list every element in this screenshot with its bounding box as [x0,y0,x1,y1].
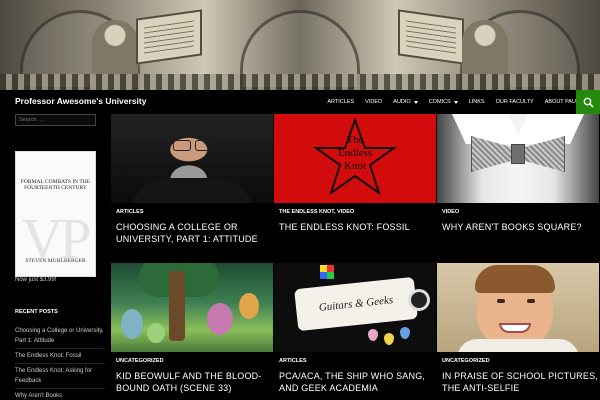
recent-post-link[interactable]: Why Aren't Books [15,391,105,400]
search-icon [583,97,594,108]
guitar-pick-icon [400,327,410,339]
thumbnail-collar [514,114,584,144]
post-title[interactable]: KID BEOWULF AND THE BLOOD-BOUND OATH (SC… [116,370,272,394]
thumbnail-sticker: Guitars & Geeks [294,276,418,332]
book-price: Now just $3.99! [15,277,57,283]
banner-frieze [0,74,600,90]
nav-item-audio[interactable]: AUDIO [393,99,418,105]
chevron-down-icon [453,100,458,104]
post-card: VIDEO WHY AREN'T BOOKS SQUARE? [437,114,599,262]
recent-posts-list: Choosing a College or University, Part 1… [15,326,105,400]
thumbnail-hair [475,265,555,293]
thumbnail-text: Endless [337,147,373,159]
nav-item-links[interactable]: LINKS [469,99,485,105]
post-thumbnail[interactable] [437,263,599,352]
book-author: STEVEN MUHLBERGER [25,258,86,264]
post-title[interactable]: PCA/ACA, THE SHIP WHO SANG, AND GEEK ACA… [279,370,435,394]
thumbnail-tree [169,271,185,341]
site-header: Professor Awesome's University ARTICLES … [0,90,600,114]
thumbnail-eye [497,299,505,303]
post-category[interactable]: THE ENDLESS KNOT, VIDEO [279,209,354,215]
post-thumbnail[interactable] [111,114,273,203]
nav-item-about-pau[interactable]: ABOUT PAU [545,99,576,105]
post-thumbnail[interactable]: The Endless Knot [274,114,436,203]
thumbnail-glasses [171,140,215,151]
chevron-down-icon [413,100,418,104]
nav-item-articles[interactable]: ARTICLES [327,99,354,105]
coffee-cup-icon [408,289,430,311]
nav-item-comics[interactable]: COMICS [429,99,458,105]
post-category[interactable]: UNCATEGORIZED [442,358,490,364]
post-card: Guitars & Geeks ARTICLES PCA/ACA, THE SH… [274,263,436,400]
post-title[interactable]: IN PRAISE OF SCHOOL PICTURES, THE ANTI-S… [442,370,598,394]
thumbnail-creature [239,293,259,319]
sidebar: FORMAL COMBATS IN THE FOURTEENTH CENTURY… [0,114,110,400]
thumbnail-creature [147,323,165,343]
post-card: ARTICLES CHOOSING A COLLEGE OR UNIVERSIT… [111,114,273,262]
search-toggle-button[interactable] [576,90,600,114]
post-title[interactable]: THE ENDLESS KNOT: FOSSIL [279,221,435,233]
thumbnail-eye [527,299,535,303]
thumbnail-shirt [457,339,579,352]
nav-item-video[interactable]: VIDEO [365,99,382,105]
rubiks-cube-icon [320,265,334,279]
header-banner-image[interactable] [0,0,600,90]
guitar-pick-icon [368,329,378,341]
recent-post-link[interactable]: The Endless Knot: Asking for Feedback [15,366,105,389]
nav-item-our-faculty[interactable]: OUR FACULTY [496,99,534,105]
post-title[interactable]: CHOOSING A COLLEGE OR UNIVERSITY, PART 1… [116,221,272,245]
thumbnail-collar [452,114,522,144]
site-title[interactable]: Professor Awesome's University [15,96,146,106]
post-category[interactable]: UNCATEGORIZED [116,358,164,364]
post-thumbnail[interactable] [111,263,273,352]
thumbnail-creature [207,303,233,335]
post-card: The Endless Knot THE ENDLESS KNOT, VIDEO… [274,114,436,262]
sidebar-search-input[interactable] [15,114,96,126]
post-card: UNCATEGORIZED IN PRAISE OF SCHOOL PICTUR… [437,263,599,400]
recent-posts-heading: RECENT POSTS [15,309,58,315]
primary-nav: ARTICLES VIDEO AUDIO COMICS LINKS OUR FA… [316,90,576,114]
thumbnail-smile [499,323,531,333]
thumbnail-creature [121,309,143,339]
post-category[interactable]: VIDEO [442,209,459,215]
recent-post-link[interactable]: The Endless Knot: Fossil [15,351,105,364]
post-thumbnail[interactable] [437,114,599,203]
post-category[interactable]: ARTICLES [279,358,307,364]
recent-post-link[interactable]: Choosing a College or University, Part 1… [15,326,105,349]
book-cover-image[interactable]: FORMAL COMBATS IN THE FOURTEENTH CENTURY… [15,151,96,277]
book-title: FORMAL COMBATS IN THE FOURTEENTH CENTURY [20,179,91,191]
bow-tie-knot [511,144,525,164]
thumbnail-text: The [346,134,364,146]
thumbnail-text: Knot [344,160,366,172]
banner-book-right [398,9,464,65]
banner-book-left [136,9,202,65]
post-thumbnail[interactable]: Guitars & Geeks [274,263,436,352]
post-card: UNCATEGORIZED KID BEOWULF AND THE BLOOD-… [111,263,273,400]
guitar-pick-icon [384,333,394,345]
post-title[interactable]: WHY AREN'T BOOKS SQUARE? [442,221,598,233]
post-category[interactable]: ARTICLES [116,209,144,215]
thumbnail-figure [129,178,255,203]
